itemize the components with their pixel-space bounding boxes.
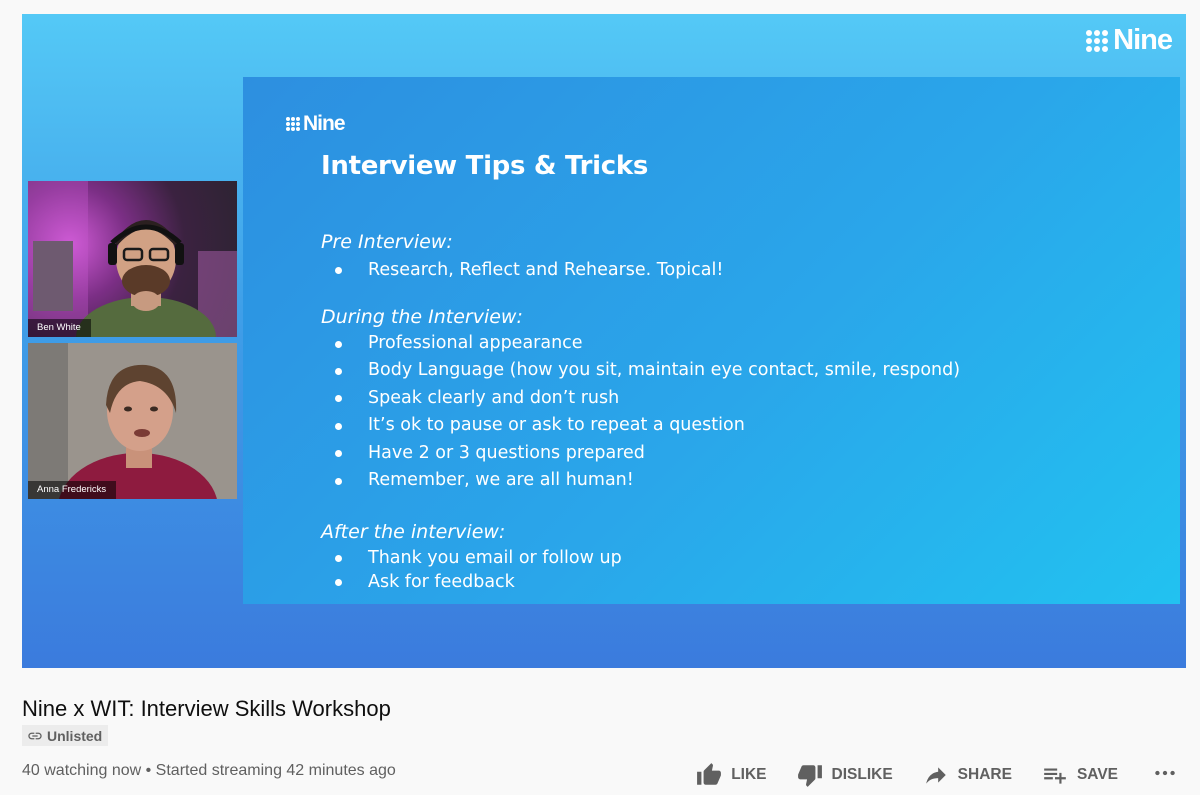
- more-actions-button[interactable]: [1152, 760, 1178, 791]
- more-horizontal-icon: [1155, 770, 1175, 775]
- video-player[interactable]: Nine Ben White Anna Fredericks Nine Inte…: [22, 14, 1186, 668]
- bullet-item: It’s ok to pause or ask to repeat a ques…: [332, 412, 960, 439]
- youtube-watch-page: Nine Ben White Anna Fredericks Nine Inte…: [0, 0, 1200, 795]
- like-button[interactable]: LIKE: [696, 762, 767, 788]
- participant-video-feed: [28, 181, 237, 337]
- video-title: Nine x WIT: Interview Skills Workshop: [22, 696, 391, 721]
- bullet-item: Research, Reflect and Rehearse. Topical!: [332, 257, 723, 283]
- like-label: LIKE: [731, 766, 767, 783]
- unlisted-badge: Unlisted: [22, 725, 109, 746]
- bullet-list-pre-interview: Research, Reflect and Rehearse. Topical!: [332, 257, 723, 283]
- nine-dots-icon: [286, 117, 300, 131]
- bullet-item: Have 2 or 3 questions prepared: [332, 440, 960, 467]
- bullet-item: Thank you email or follow up: [332, 546, 622, 570]
- participant-tile-anna-fredericks: Anna Fredericks: [28, 343, 237, 499]
- slide-title: Interview Tips & Tricks: [321, 151, 649, 181]
- bullet-item: Ask for feedback: [332, 570, 622, 594]
- link-icon: [28, 732, 42, 739]
- share-arrow-icon: [925, 767, 946, 784]
- badge-label: Unlisted: [47, 727, 103, 744]
- share-label: SHARE: [957, 766, 1012, 783]
- bullet-item: Professional appearance: [332, 330, 960, 357]
- participant-video-feed: [28, 343, 237, 499]
- save-button[interactable]: SAVE: [1042, 762, 1118, 788]
- bullet-item: Remember, we are all human!: [332, 467, 960, 494]
- thumb-down-icon: [797, 765, 822, 787]
- playlist-add-icon: [1044, 768, 1066, 784]
- dislike-button[interactable]: DISLIKE: [797, 762, 893, 788]
- save-label: SAVE: [1076, 766, 1118, 783]
- watermark-logo-text: Nine: [1113, 24, 1173, 56]
- participant-name-label: Ben White: [28, 319, 91, 337]
- dislike-label: DISLIKE: [831, 766, 893, 783]
- participant-tile-ben-white: Ben White: [28, 181, 237, 337]
- bullet-list-after-interview: Thank you email or follow up Ask for fee…: [332, 546, 622, 594]
- nine-watermark-logo: Nine: [1086, 24, 1173, 57]
- section-heading-pre-interview: Pre Interview:: [321, 231, 453, 253]
- slide-logo-text: Nine: [303, 112, 346, 135]
- presentation-slide: Nine Interview Tips & Tricks Pre Intervi…: [243, 77, 1180, 604]
- bullet-item: Speak clearly and don’t rush: [332, 385, 960, 412]
- bullet-item: Body Language (how you sit, maintain eye…: [332, 357, 960, 384]
- view-stats: 40 watching now • Started streaming 42 m…: [22, 762, 396, 779]
- section-heading-after-interview: After the interview:: [321, 521, 506, 543]
- share-button[interactable]: SHARE: [923, 762, 1012, 788]
- section-heading-during-interview: During the Interview:: [321, 306, 523, 328]
- participant-name-label: Anna Fredericks: [28, 481, 117, 499]
- nine-dots-icon: [1086, 29, 1109, 52]
- bullet-list-during-interview: Professional appearance Body Language (h…: [332, 330, 960, 494]
- thumb-up-icon: [697, 763, 722, 785]
- action-bar: LIKE DISLIKE SHARE SAVE: [666, 760, 1178, 790]
- slide-nine-logo: Nine: [286, 112, 346, 136]
